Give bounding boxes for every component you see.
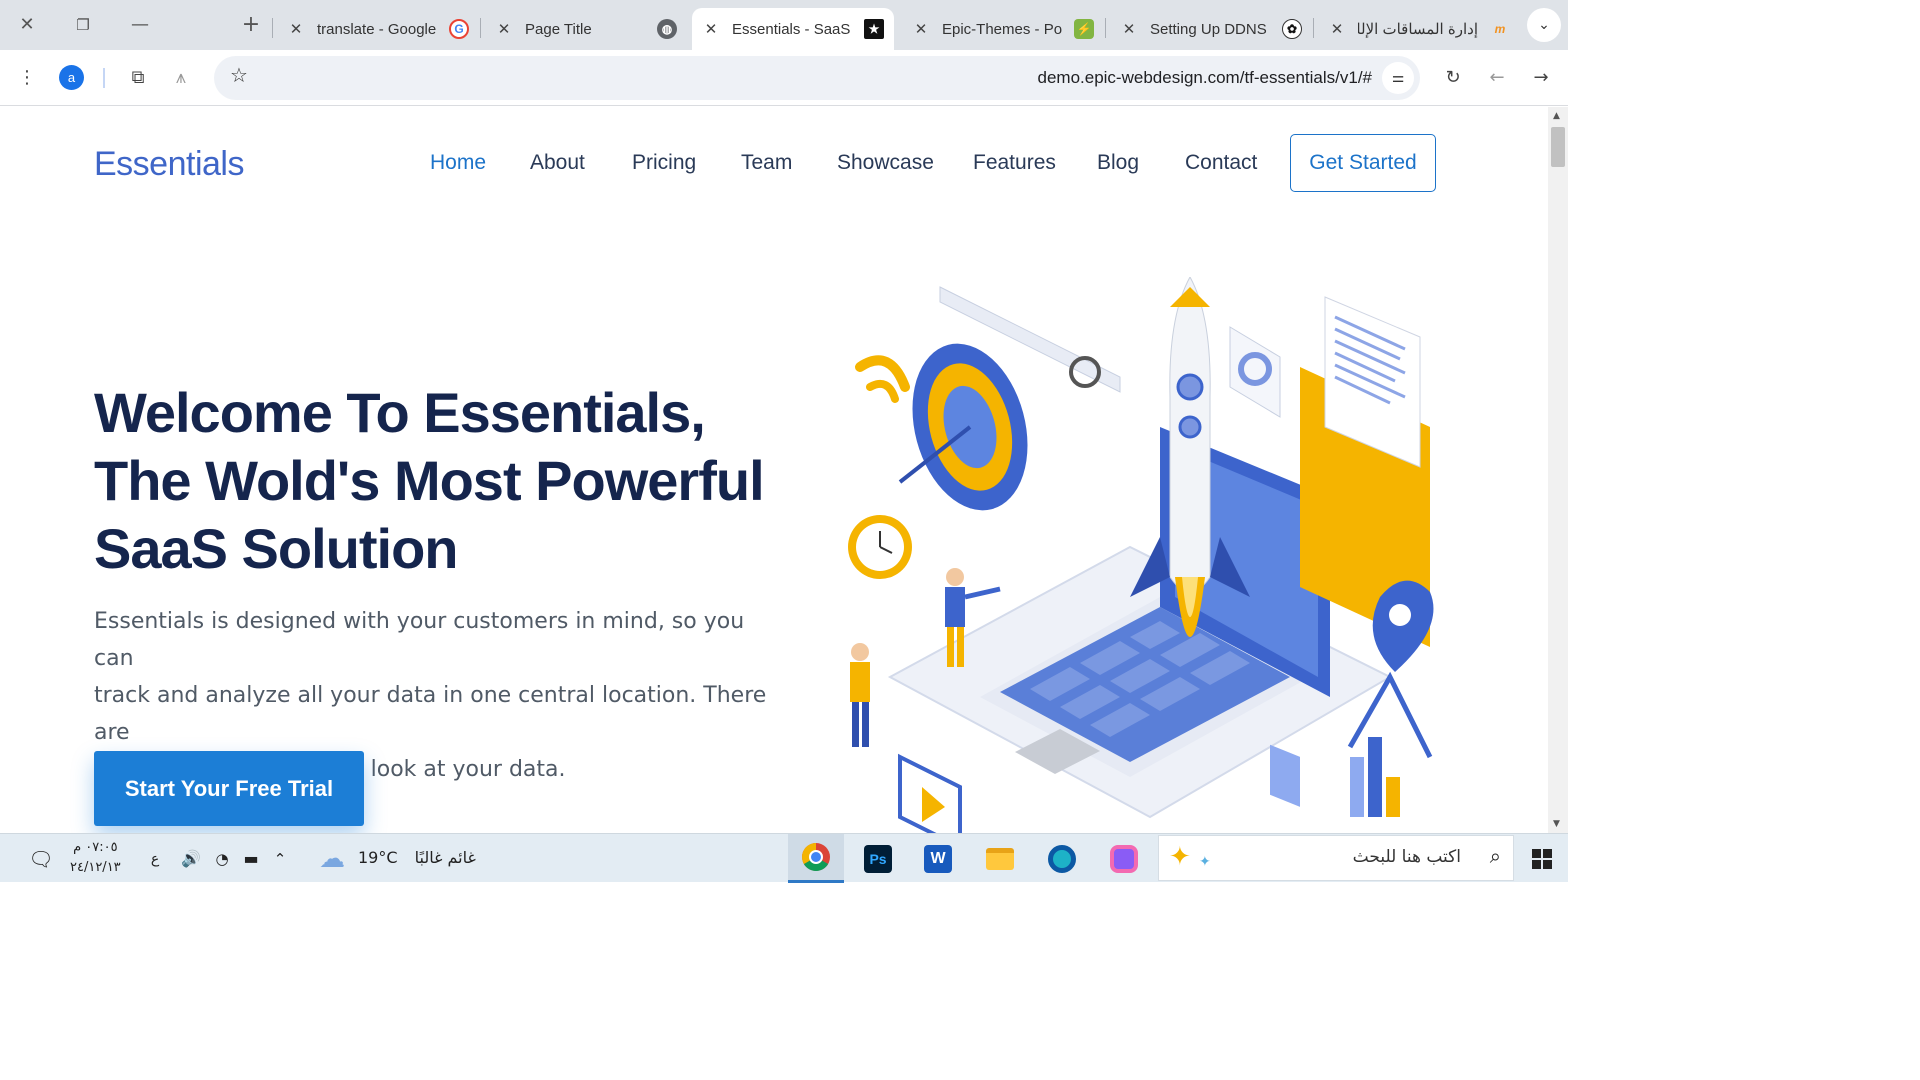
nav-home[interactable]: Home xyxy=(430,151,530,175)
word-icon[interactable]: W xyxy=(910,834,966,883)
tab-title: Setting Up DDNS xyxy=(1150,20,1267,38)
bookmark-star-icon[interactable]: ☆ xyxy=(230,63,248,87)
start-free-trial-button[interactable]: Start Your Free Trial xyxy=(94,751,364,826)
hero-title: Welcome To Essentials, The Wold's Most P… xyxy=(94,379,774,583)
scrollbar-thumb[interactable] xyxy=(1551,127,1565,167)
nav-blog[interactable]: Blog xyxy=(1097,151,1185,175)
clock-date: ٢٤/١٢/١٣ xyxy=(70,860,121,875)
minimize-window-icon[interactable]: — xyxy=(125,10,155,40)
hero-description-line: Essentials is designed with your custome… xyxy=(94,609,745,671)
tab-strip: ✕ ❐ — + ✕ translate - Google G ✕ Page Ti… xyxy=(0,0,1568,50)
extensions-icon[interactable]: ⧉ xyxy=(122,62,154,94)
file-explorer-icon[interactable] xyxy=(972,834,1028,883)
get-started-button[interactable]: Get Started xyxy=(1290,134,1436,192)
search-placeholder: اكتب هنا للبحث xyxy=(1352,847,1461,867)
forward-icon[interactable]: → xyxy=(1525,62,1557,94)
main-nav: Home About Pricing Team Showcase Feature… xyxy=(430,151,1285,175)
nav-team[interactable]: Team xyxy=(741,151,837,175)
tab-title: Essentials - SaaS La xyxy=(732,20,852,38)
new-tab-button[interactable]: + xyxy=(236,10,266,40)
page-scrollbar[interactable]: ▲ ▼ xyxy=(1548,107,1568,833)
scroll-up-icon[interactable]: ▲ xyxy=(1553,111,1560,121)
weather-temperature: 19°C xyxy=(358,848,398,867)
tab-search-menu-button[interactable]: ⌄ xyxy=(1527,8,1561,42)
weather-widget[interactable]: 19°C غائم غالبًا xyxy=(358,848,476,867)
nav-contact[interactable]: Contact xyxy=(1185,151,1285,175)
url-text[interactable]: demo.epic-webdesign.com/tf-essentials/v1… xyxy=(1038,68,1373,88)
sparkle-icon: ✦ xyxy=(1169,842,1191,872)
close-window-icon[interactable]: ✕ xyxy=(12,10,42,40)
site-settings-icon[interactable]: ⚌ xyxy=(1382,62,1414,94)
site-logo[interactable]: Essentials xyxy=(94,145,244,184)
tab-title: إدارة المساقات الإلك xyxy=(1358,21,1478,38)
tab-title: Page Title xyxy=(525,20,592,38)
tab-title: Epic-Themes - Port xyxy=(942,20,1062,38)
reload-icon[interactable]: ↻ xyxy=(1437,62,1469,94)
tab-translate[interactable]: ✕ translate - Google G xyxy=(285,8,475,50)
chevron-up-icon[interactable]: ⌃ xyxy=(268,834,292,883)
search-icon: ⌕ xyxy=(1489,844,1501,868)
hero-illustration xyxy=(848,277,1434,833)
close-tab-icon[interactable]: ✕ xyxy=(493,20,515,38)
ai-extension-icon[interactable]: ⩚ xyxy=(165,62,197,94)
divider xyxy=(103,68,105,88)
tab-separator xyxy=(1105,18,1106,38)
battery-icon[interactable]: ▬ xyxy=(238,834,264,883)
tab-title: translate - Google xyxy=(317,20,437,38)
hero-title-line: SaaS Solution xyxy=(94,517,459,580)
taskbar-search[interactable]: ✦ ✦ اكتب هنا للبحث ⌕ xyxy=(1158,835,1514,881)
browser-toolbar: ⋮ a ⧉ ⩚ ☆ demo.epic-webdesign.com/tf-ess… xyxy=(0,50,1568,106)
tab-essentials[interactable]: ✕ Essentials - SaaS La ★ xyxy=(692,8,894,50)
network-icon[interactable]: ◔ xyxy=(208,834,236,883)
windows-logo-icon xyxy=(1532,848,1552,869)
tab-ddns[interactable]: ✕ Setting Up DDNS ✿ xyxy=(1118,8,1308,50)
moodle-icon: m xyxy=(1494,22,1506,36)
copilot-icon[interactable] xyxy=(1096,834,1152,883)
tab-separator xyxy=(272,18,273,38)
menu-icon[interactable]: ⋮ xyxy=(11,62,43,94)
restore-window-icon[interactable]: ❐ xyxy=(68,10,98,40)
notifications-icon[interactable]: 🗨 xyxy=(24,834,58,883)
tab-epic-themes[interactable]: ✕ Epic-Themes - Port ⚡ xyxy=(910,8,1100,50)
system-clock[interactable]: ٠٧:٠٥ م ٢٤/١٢/١٣ xyxy=(70,838,121,878)
google-icon: G xyxy=(449,19,469,39)
close-tab-icon[interactable]: ✕ xyxy=(700,20,722,38)
start-button[interactable] xyxy=(1520,834,1564,883)
close-tab-icon[interactable]: ✕ xyxy=(285,20,307,38)
clock-time: ٠٧:٠٥ م xyxy=(73,840,118,855)
tab-separator xyxy=(1313,18,1314,38)
tab-separator xyxy=(480,18,481,38)
windows-taskbar: 🗨 ٠٧:٠٥ م ٢٤/١٢/١٣ ع 🔊 ◔ ▬ ⌃ ☁ 19°C غائم… xyxy=(0,833,1568,883)
close-tab-icon[interactable]: ✕ xyxy=(910,20,932,38)
star-icon: ★ xyxy=(864,19,884,39)
sparkle-icon: ✦ xyxy=(1199,854,1211,870)
weather-condition: غائم غالبًا xyxy=(414,848,476,867)
nav-pricing[interactable]: Pricing xyxy=(632,151,741,175)
envato-icon: ⚡ xyxy=(1074,19,1094,39)
edge-icon[interactable] xyxy=(1034,834,1090,883)
photoshop-icon[interactable]: Ps xyxy=(850,834,906,883)
language-indicator[interactable]: ع xyxy=(143,834,167,883)
avatar[interactable]: a xyxy=(59,65,84,90)
hero-description-line: track and analyze all your data in one c… xyxy=(94,683,767,745)
volume-icon[interactable]: 🔊 xyxy=(176,834,206,883)
tab-page-title[interactable]: ✕ Page Title ◍ xyxy=(493,8,683,50)
nav-about[interactable]: About xyxy=(530,151,632,175)
hero-title-line: The Wold's Most Powerful xyxy=(94,449,765,512)
close-tab-icon[interactable]: ✕ xyxy=(1118,20,1140,38)
weather-cloud-icon[interactable]: ☁ xyxy=(312,834,352,883)
nav-showcase[interactable]: Showcase xyxy=(837,151,973,175)
tab-moodle[interactable]: ✕ إدارة المساقات الإلك m xyxy=(1326,8,1516,50)
hero-title-line: Welcome To Essentials, xyxy=(94,381,706,444)
web-page: Essentials Home About Pricing Team Showc… xyxy=(0,107,1548,833)
globe-icon: ◍ xyxy=(657,19,677,39)
nav-features[interactable]: Features xyxy=(973,151,1097,175)
openai-icon: ✿ xyxy=(1282,19,1302,39)
address-bar[interactable]: ☆ demo.epic-webdesign.com/tf-essentials/… xyxy=(214,56,1420,100)
chrome-icon[interactable] xyxy=(788,834,844,883)
scroll-down-icon[interactable]: ▼ xyxy=(1553,819,1560,829)
back-icon[interactable]: ← xyxy=(1481,62,1513,94)
close-tab-icon[interactable]: ✕ xyxy=(1326,20,1348,38)
